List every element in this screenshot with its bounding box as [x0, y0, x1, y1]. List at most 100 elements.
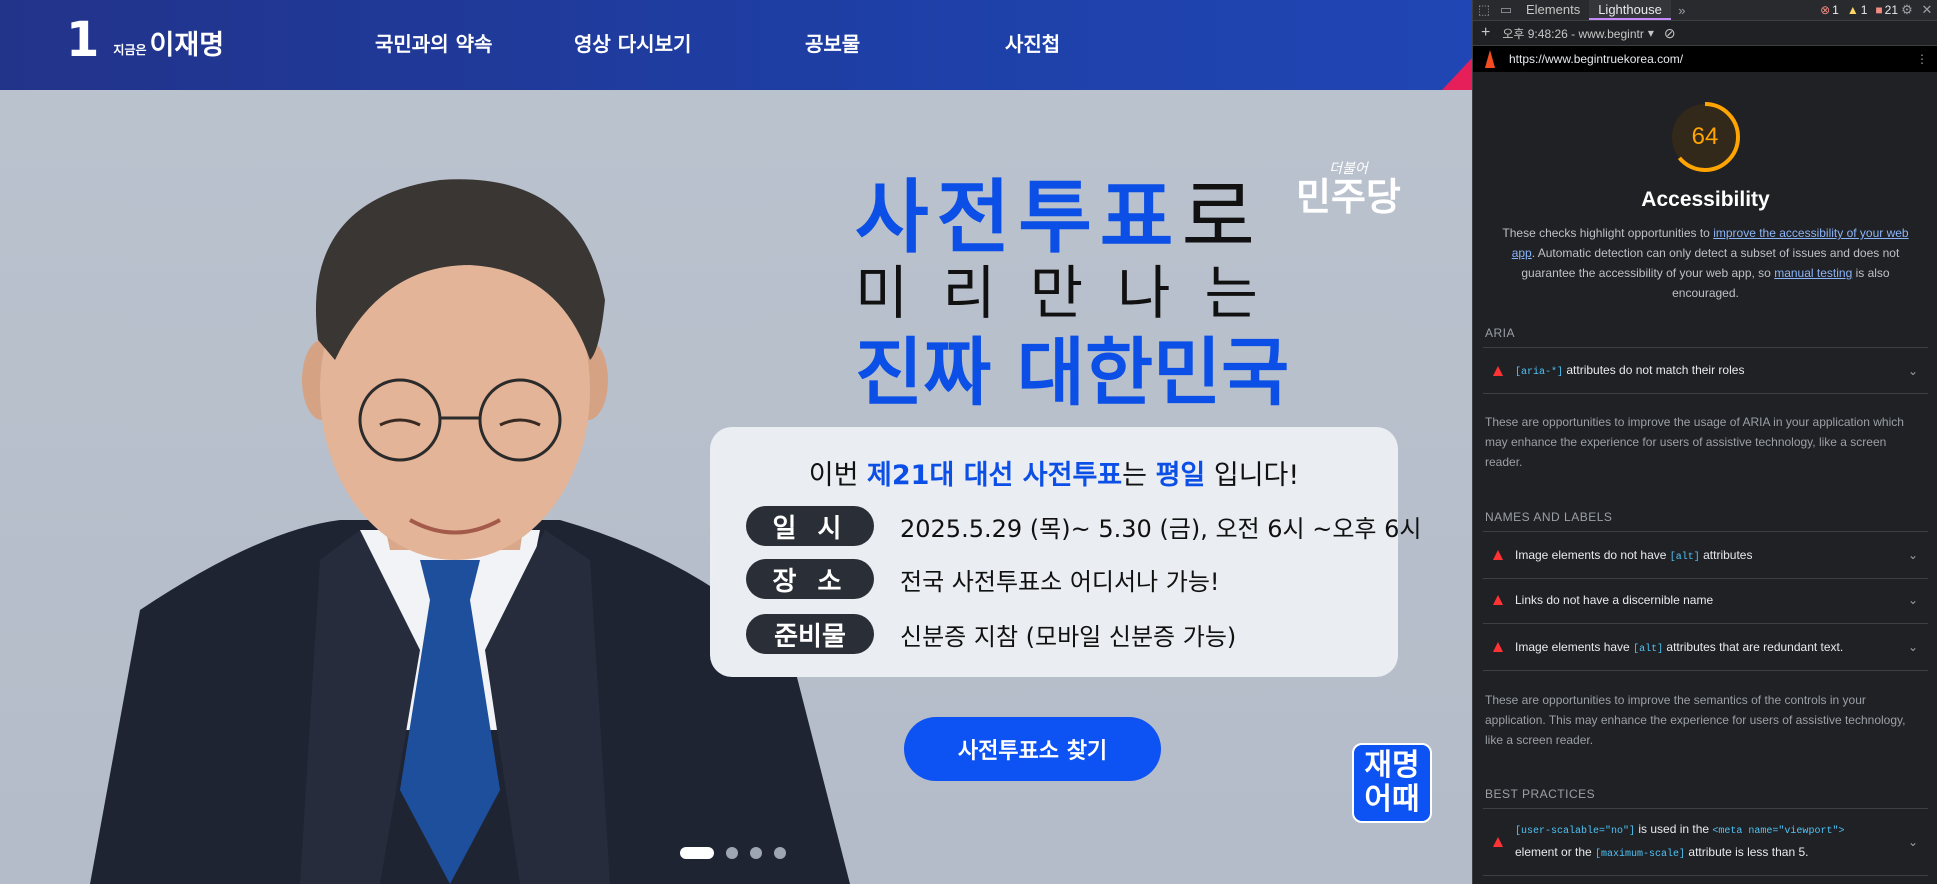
early-voting-info-box: 이번 제21대 대선 사전투표는 평일 입니다! 일 시 2025.5.29 (… [710, 427, 1421, 677]
info-title-weekday: 평일 [1155, 460, 1206, 491]
tab-lighthouse[interactable]: Lighthouse [1589, 0, 1671, 20]
audit-aria-code: [aria-*] [1515, 367, 1564, 378]
audit-viewport-code1: [user-scalable="no"] [1515, 826, 1636, 837]
devtools-panel: ⬚ ▭ Elements Lighthouse » ⊗ 1 ▲ 1 ■ 21 ⚙ ✕ … [1472, 0, 1937, 884]
lighthouse-logo-icon [1484, 50, 1496, 68]
site-header: 1 지금은 이재명 국민과의 약속 영상 다시보기 공보물 사진첩 [0, 0, 1472, 90]
audit-aria-roles[interactable]: [aria-*] attributes do not match their r… [1483, 347, 1928, 394]
info-title-post: 입니다! [1205, 460, 1300, 491]
fail-triangle-icon [1493, 365, 1503, 376]
audit-viewport-code3: [maximum-scale] [1595, 849, 1686, 860]
nav-videos[interactable]: 영상 다시보기 [574, 28, 691, 57]
desc-part1: These checks highlight opportunities to [1502, 226, 1714, 240]
expand-chevron-icon[interactable]: ⌄ [1908, 835, 1918, 849]
audit-viewport-scaling[interactable]: [user-scalable="no"] is used in the <met… [1483, 808, 1928, 876]
report-url[interactable]: https://www.begintruekorea.com/ [1509, 52, 1683, 66]
logo-number: 1 [66, 12, 100, 68]
nav-publications[interactable]: 공보물 [805, 28, 860, 57]
headline-blue: 사전투표 [855, 171, 1182, 264]
audit-link-name[interactable]: Links do not have a discernible name ⌄ [1483, 577, 1928, 624]
info-text-items: 신분증 지참 (모바일 신분증 가능) [900, 622, 1237, 651]
message-icon: ■ [1875, 3, 1883, 17]
info-text-date: 2025.5.29 (목)~ 5.30 (금), 오전 6시 ~오후 6시 [900, 514, 1422, 543]
score-value: 64 [1691, 123, 1719, 150]
slide-indicators [680, 847, 786, 859]
info-row-items: 준비물 신분증 지참 (모바일 신분증 가능) [746, 614, 1236, 654]
headline-line3: 진짜 대한민국 [855, 330, 1290, 416]
expand-chevron-icon[interactable]: ⌄ [1908, 593, 1918, 607]
report-url-bar: https://www.begintruekorea.com/ ⋮ [1473, 46, 1937, 72]
error-icon: ⊗ [1820, 3, 1831, 17]
settings-gear-icon[interactable]: ⚙ [1896, 0, 1918, 20]
info-title-mid: 는 [1122, 460, 1156, 491]
clear-reports-icon[interactable]: ⊘ [1664, 25, 1676, 42]
headline-line1: 사전투표로 [855, 172, 1263, 264]
audit-redundant-alt[interactable]: Image elements have [alt] attributes tha… [1483, 624, 1928, 671]
badge-line1: 재명 [1364, 748, 1420, 783]
info-title-pre: 이번 [808, 460, 868, 491]
audit-image-alt[interactable]: Image elements do not have [alt] attribu… [1483, 531, 1928, 579]
close-devtools-icon[interactable]: ✕ [1916, 0, 1937, 20]
headline-line2: 미리만나는 [855, 259, 1292, 327]
audit-viewport-text1: is used in the [1635, 822, 1713, 836]
section-names-title: NAMES AND LABELS [1485, 510, 1613, 524]
headline-plain: 로 [1181, 171, 1264, 264]
audit-redundant-alt-pre: Image elements have [1515, 639, 1634, 654]
info-row-place: 장 소 전국 사전투표소 어디서나 가능! [746, 559, 1220, 599]
website-viewport: 1 지금은 이재명 국민과의 약속 영상 다시보기 공보물 사진첩 사전투표로 … [0, 0, 1472, 884]
fail-triangle-icon [1493, 837, 1503, 847]
tab-elements[interactable]: Elements [1517, 0, 1589, 20]
category-title: Accessibility [1641, 188, 1770, 211]
error-count: ⊗ 1 [1820, 3, 1839, 17]
warning-count: ▲ 1 [1847, 3, 1868, 17]
site-logo[interactable]: 1 지금은 이재명 [66, 14, 224, 66]
devtools-tabbar: ⬚ ▭ Elements Lighthouse » ⊗ 1 ▲ 1 ■ 21 ⚙ ✕ [1473, 0, 1937, 21]
info-label-place: 장 소 [746, 559, 874, 599]
fail-triangle-icon [1493, 550, 1503, 560]
dropdown-chevron-icon[interactable]: ▾ [1648, 26, 1654, 40]
fail-triangle-icon [1493, 642, 1503, 652]
nav-promises[interactable]: 국민과의 약속 [375, 28, 492, 57]
more-tabs-icon[interactable]: » [1671, 0, 1693, 20]
nav-photos[interactable]: 사진첩 [1005, 28, 1060, 57]
badge-line2: 어때 [1364, 782, 1420, 817]
names-note: These are opportunities to improve the s… [1485, 693, 1906, 747]
audit-image-alt-code: [alt] [1669, 551, 1700, 563]
report-selector[interactable]: 오후 9:48:26 - www.begintr [1502, 25, 1643, 42]
info-label-date: 일 시 [746, 506, 874, 546]
audit-aria-text: attributes do not match their roles [1563, 363, 1745, 377]
audit-image-alt-post: attributes [1699, 547, 1753, 562]
inspect-icon[interactable]: ⬚ [1473, 0, 1495, 20]
jaemyung-badge[interactable]: 재명 어때 [1352, 743, 1432, 823]
audit-redundant-alt-code: [alt] [1633, 643, 1664, 655]
section-aria-title: ARIA [1485, 326, 1516, 340]
aria-note: These are opportunities to improve the u… [1485, 415, 1904, 469]
party-logo-small: 더불어 [1329, 161, 1368, 177]
audit-viewport-code2: <meta name="viewport"> [1712, 826, 1845, 837]
manual-testing-link[interactable]: manual testing [1774, 266, 1852, 280]
slide-dot-4[interactable] [774, 847, 786, 859]
slide-dot-3[interactable] [750, 847, 762, 859]
section-best-practices-title: BEST PRACTICES [1485, 787, 1596, 801]
slide-dot-2[interactable] [726, 847, 738, 859]
corner-accent [1442, 58, 1472, 90]
expand-chevron-icon[interactable]: ⌄ [1908, 364, 1918, 378]
info-row-date: 일 시 2025.5.29 (목)~ 5.30 (금), 오전 6시 ~오후 6… [746, 506, 1421, 546]
find-polling-station-button[interactable]: 사전투표소 찾기 [904, 717, 1161, 781]
message-count: ■ 21 [1875, 3, 1898, 17]
expand-chevron-icon[interactable]: ⌄ [1908, 548, 1918, 562]
fail-triangle-icon [1493, 595, 1503, 605]
report-menu-icon[interactable]: ⋮ [1916, 52, 1928, 66]
warning-count-value: 1 [1860, 3, 1868, 17]
error-count-value: 1 [1832, 3, 1839, 17]
logo-tagline: 지금은 [113, 43, 147, 57]
device-toggle-icon[interactable]: ▭ [1495, 0, 1517, 20]
audit-viewport-text2: element or the [1515, 845, 1596, 859]
expand-chevron-icon[interactable]: ⌄ [1908, 640, 1918, 654]
category-description: These checks highlight opportunities to … [1497, 223, 1914, 303]
party-logo-name: 민주당 [1296, 175, 1401, 219]
audit-redundant-alt-post: attributes that are redundant text. [1663, 639, 1844, 654]
issue-counters[interactable]: ⊗ 1 ▲ 1 ■ 21 [1820, 0, 1898, 20]
slide-dot-1[interactable] [680, 847, 714, 859]
new-report-icon[interactable]: + [1481, 24, 1490, 42]
